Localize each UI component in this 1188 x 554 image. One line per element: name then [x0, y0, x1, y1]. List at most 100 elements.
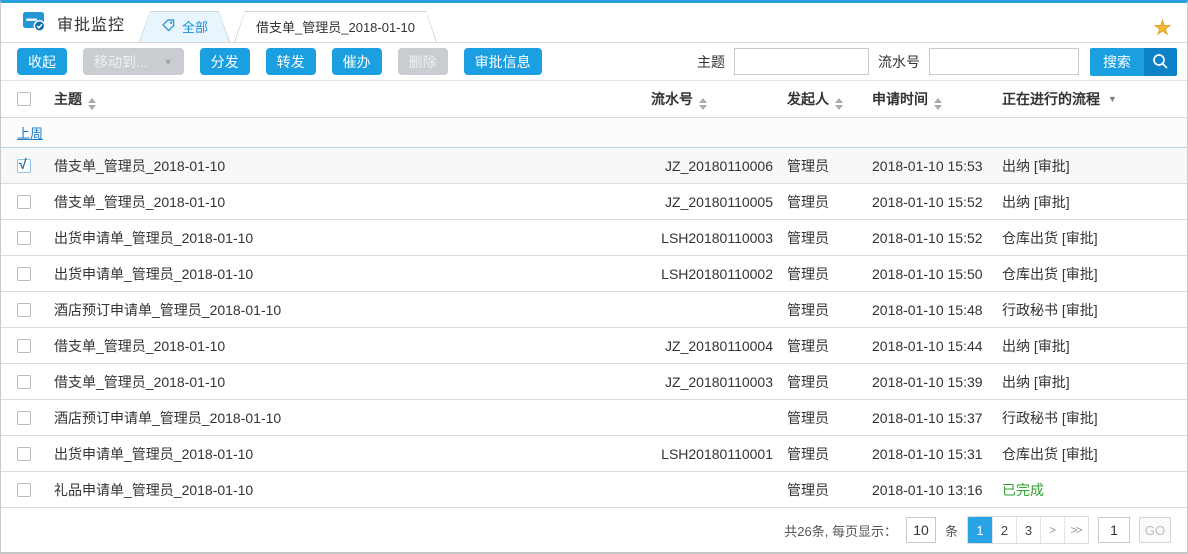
page-size-input[interactable] [906, 517, 936, 543]
cell-serial: JZ_20180110004 [629, 338, 779, 354]
row-checkbox[interactable] [17, 159, 31, 173]
tab-all[interactable]: 全部 [139, 11, 230, 42]
cell-subject: 出货申请单_管理员_2018-01-10 [46, 444, 629, 464]
column-header-serial[interactable]: 流水号 [629, 89, 779, 110]
toolbar-button: 移动到...▼ [83, 48, 184, 75]
cell-subject: 借支单_管理员_2018-01-10 [46, 192, 629, 212]
cell-apply-time: 2018-01-10 15:52 [864, 194, 994, 210]
sort-icon [699, 98, 707, 110]
cell-initiator: 管理员 [779, 444, 864, 464]
page-button-2[interactable]: 2 [992, 517, 1016, 543]
table-row[interactable]: 酒店预订申请单_管理员_2018-01-10 管理员 2018-01-10 15… [1, 400, 1187, 436]
row-checkbox[interactable] [17, 267, 31, 281]
cell-serial: JZ_20180110006 [629, 158, 779, 174]
toolbar-button: 删除 [398, 48, 448, 75]
cell-initiator: 管理员 [779, 156, 864, 176]
cell-process: 仓库出货 [审批] [994, 228, 1187, 248]
cell-initiator: 管理员 [779, 264, 864, 284]
cell-apply-time: 2018-01-10 15:37 [864, 410, 994, 426]
page-button-1[interactable]: 1 [968, 517, 992, 543]
total-count-text: 共26条, 每页显示： [784, 521, 897, 540]
next-page-button[interactable]: > [1040, 517, 1064, 543]
toolbar-button-label: 收起 [28, 52, 56, 72]
toolbar-button-label: 转发 [277, 52, 305, 72]
row-checkbox[interactable] [17, 195, 31, 209]
table-row[interactable]: 出货申请单_管理员_2018-01-10 LSH20180110003 管理员 … [1, 220, 1187, 256]
column-header-subject[interactable]: 主题 [46, 89, 629, 110]
cell-initiator: 管理员 [779, 408, 864, 428]
cell-process: 出纳 [审批] [994, 372, 1187, 392]
star-icon[interactable]: ★ [1154, 19, 1171, 38]
column-header-initiator-label: 发起人 [787, 91, 829, 107]
cell-subject: 借支单_管理员_2018-01-10 [46, 372, 629, 392]
column-header-serial-label: 流水号 [651, 91, 693, 107]
select-all-checkbox[interactable] [17, 92, 31, 106]
approval-monitor-window: 审批监控 全部借支单_管理员_2018-01-10 ★ 收起移动到...▼分发转… [0, 0, 1188, 554]
row-checkbox[interactable] [17, 339, 31, 353]
cell-serial: LSH20180110002 [629, 266, 779, 282]
toolbar-buttons: 收起 移动到...▼ 分发 转发 催办删除审批信息 [17, 48, 542, 75]
row-checkbox[interactable] [17, 231, 31, 245]
column-header-subject-label: 主题 [54, 91, 82, 107]
group-label-link[interactable]: 上周 [17, 123, 43, 142]
cell-subject: 礼品申请单_管理员_2018-01-10 [46, 480, 629, 500]
header-checkbox-cell [1, 92, 46, 106]
column-header-process[interactable]: 正在进行的流程 ▼ [994, 89, 1187, 109]
cell-subject: 酒店预订申请单_管理员_2018-01-10 [46, 408, 629, 428]
cell-subject: 酒店预订申请单_管理员_2018-01-10 [46, 300, 629, 320]
column-header-process-label: 正在进行的流程 [1002, 91, 1100, 107]
table-row[interactable]: 酒店预订申请单_管理员_2018-01-10 管理员 2018-01-10 15… [1, 292, 1187, 328]
toolbar-button[interactable]: 收起 [17, 48, 67, 75]
table-row[interactable]: 借支单_管理员_2018-01-10 JZ_20180110004 管理员 20… [1, 328, 1187, 364]
cell-serial: LSH20180110003 [629, 230, 779, 246]
cell-initiator: 管理员 [779, 336, 864, 356]
cell-apply-time: 2018-01-10 13:16 [864, 482, 994, 498]
magnifier-icon [1144, 48, 1177, 76]
cell-apply-time: 2018-01-10 15:52 [864, 230, 994, 246]
toolbar-button-label: 分发 [211, 52, 239, 72]
table-row[interactable]: 出货申请单_管理员_2018-01-10 LSH20180110001 管理员 … [1, 436, 1187, 472]
last-page-button[interactable]: >> [1064, 517, 1088, 543]
page-button-3[interactable]: 3 [1016, 517, 1040, 543]
chevron-down-icon: ▼ [164, 57, 173, 67]
row-checkbox[interactable] [17, 483, 31, 497]
toolbar-button[interactable]: 分发 [200, 48, 250, 75]
page-title: 审批监控 [57, 11, 125, 35]
goto-page-input[interactable] [1098, 517, 1130, 543]
filter-caret-icon: ▼ [1108, 94, 1117, 104]
search-filter-group: 主题 流水号 搜索 [697, 48, 1177, 76]
row-checkbox[interactable] [17, 411, 31, 425]
column-header-initiator[interactable]: 发起人 [779, 89, 864, 110]
search-button[interactable]: 搜索 [1090, 48, 1177, 76]
table-row[interactable]: 借支单_管理员_2018-01-10 JZ_20180110006 管理员 20… [1, 148, 1187, 184]
table-row[interactable]: 借支单_管理员_2018-01-10 JZ_20180110005 管理员 20… [1, 184, 1187, 220]
cell-apply-time: 2018-01-10 15:48 [864, 302, 994, 318]
row-checkbox[interactable] [17, 303, 31, 317]
cell-process: 已完成 [994, 480, 1187, 500]
sort-icon [88, 98, 96, 110]
go-button[interactable]: GO [1139, 517, 1171, 543]
column-header-apply-time[interactable]: 申请时间 [864, 89, 994, 110]
toolbar-button[interactable]: 审批信息 [464, 48, 542, 75]
serial-filter-label: 流水号 [878, 52, 920, 72]
table-row[interactable]: 出货申请单_管理员_2018-01-10 LSH20180110002 管理员 … [1, 256, 1187, 292]
serial-filter-input[interactable] [929, 48, 1079, 75]
cell-initiator: 管理员 [779, 192, 864, 212]
column-header-apply-time-label: 申请时间 [872, 91, 928, 107]
header-bar: 审批监控 全部 借支单_管理员_2018-01-10 ★ [1, 3, 1187, 43]
row-checkbox[interactable] [17, 447, 31, 461]
group-row-last-week: 上周 [1, 118, 1187, 148]
subject-filter-input[interactable] [734, 48, 869, 75]
row-checkbox[interactable] [17, 375, 31, 389]
cell-apply-time: 2018-01-10 15:53 [864, 158, 994, 174]
tab-label: 全部 [182, 17, 208, 36]
table-row[interactable]: 礼品申请单_管理员_2018-01-10 管理员 2018-01-10 13:1… [1, 472, 1187, 508]
toolbar-button[interactable]: 催办 [332, 48, 382, 75]
cell-process: 出纳 [审批] [994, 156, 1187, 176]
cell-apply-time: 2018-01-10 15:50 [864, 266, 994, 282]
tab-document[interactable]: 借支单_管理员_2018-01-10 [234, 11, 437, 42]
cell-process: 出纳 [审批] [994, 192, 1187, 212]
tag-icon [161, 18, 176, 36]
table-row[interactable]: 借支单_管理员_2018-01-10 JZ_20180110003 管理员 20… [1, 364, 1187, 400]
toolbar-button[interactable]: 转发 [266, 48, 316, 75]
